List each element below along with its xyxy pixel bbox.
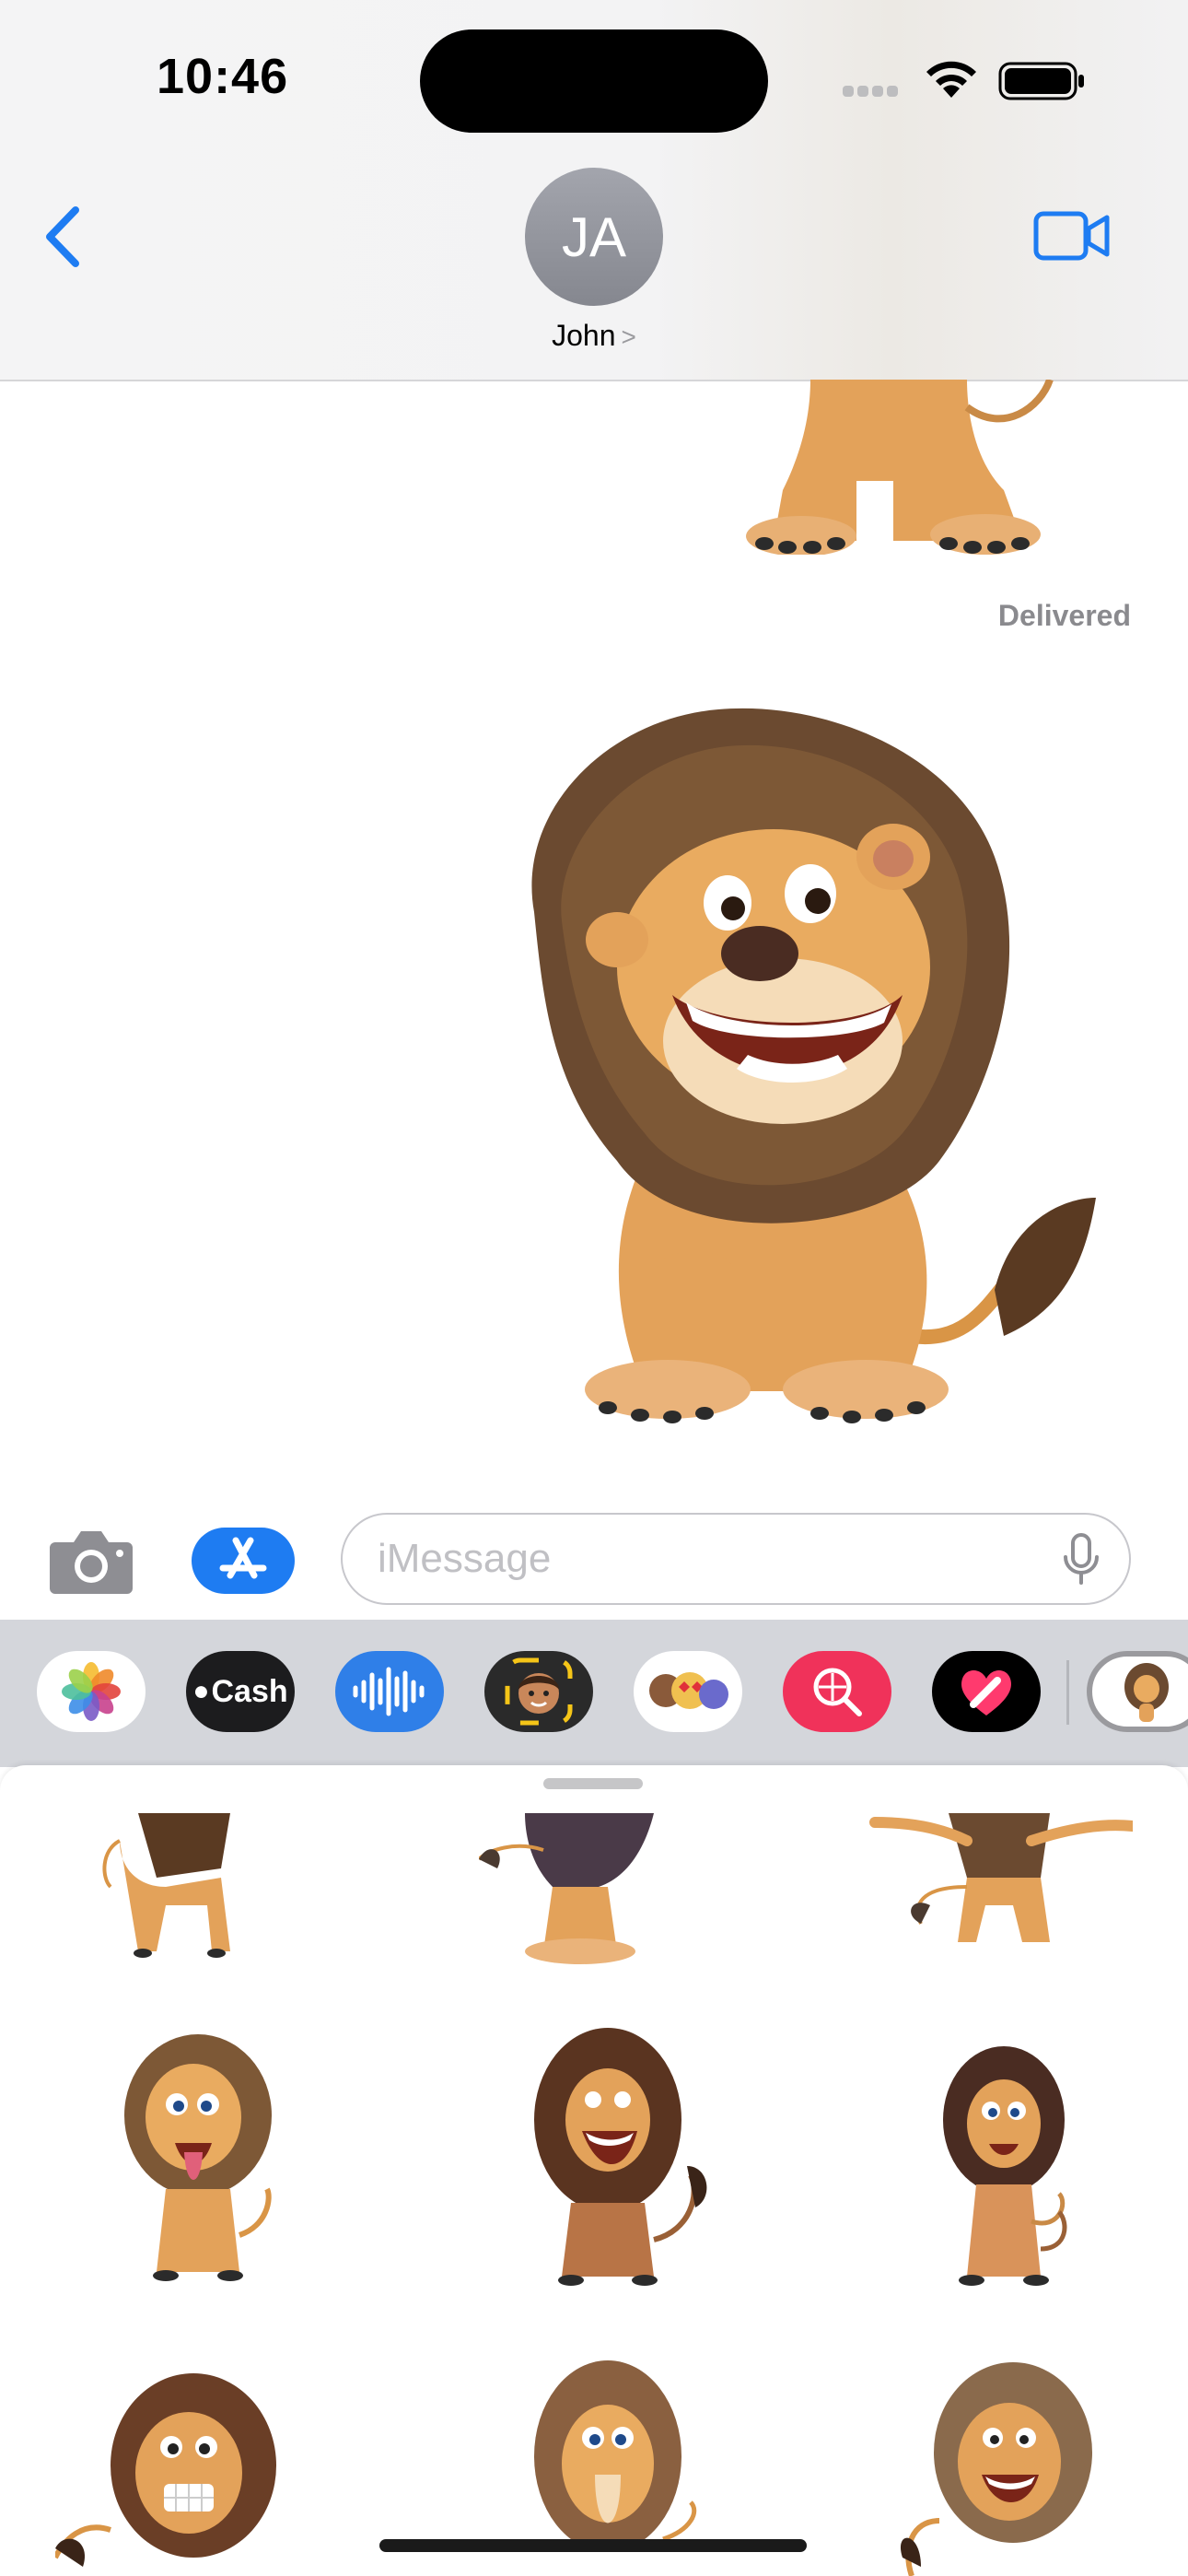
drawer-divider <box>1066 1660 1069 1725</box>
received-sticker-lion[interactable] <box>479 700 1105 1428</box>
audio-message-app[interactable] <box>335 1651 444 1732</box>
lion-stickers-app[interactable] <box>1087 1651 1188 1732</box>
digital-touch-icon <box>961 1670 1011 1715</box>
animoji-stickers-icon <box>649 1672 728 1709</box>
lion-stickers-icon <box>1124 1663 1169 1722</box>
sticker-lion-3[interactable] <box>866 1813 1133 1970</box>
memoji-app[interactable] <box>484 1651 593 1732</box>
sticker-lion-1[interactable] <box>101 1813 258 1970</box>
contact-avatar[interactable]: JA <box>525 168 663 306</box>
sticker-lion-5[interactable] <box>516 2028 718 2295</box>
apple-cash-app[interactable]: ● Cash <box>186 1651 295 1732</box>
microphone-icon[interactable] <box>1061 1533 1101 1587</box>
digital-touch-app[interactable] <box>932 1651 1041 1732</box>
camera-icon[interactable] <box>48 1526 134 1596</box>
sticker-lion-7[interactable] <box>55 2364 285 2576</box>
apple-logo-icon: ● <box>192 1676 210 1706</box>
contact-name[interactable]: John > <box>0 319 1188 353</box>
audio-message-icon <box>353 1667 425 1716</box>
sticker-lion-9[interactable] <box>893 2355 1105 2576</box>
memoji-icon <box>505 1657 573 1726</box>
back-chevron-icon[interactable] <box>41 205 83 269</box>
status-time: 10:46 <box>157 49 289 104</box>
photos-app[interactable] <box>37 1651 146 1732</box>
battery-icon <box>998 62 1084 100</box>
photos-icon <box>62 1662 121 1721</box>
sticker-lion-2[interactable] <box>479 1813 663 1970</box>
sticker-lion-4[interactable] <box>111 2032 285 2290</box>
apple-cash-label: Cash <box>211 1673 288 1709</box>
imessage-app-drawer: ● Cash <box>0 1620 1188 1767</box>
facetime-video-icon[interactable] <box>1033 210 1111 262</box>
app-store-icon <box>219 1537 267 1579</box>
avatar-initials: JA <box>561 205 627 268</box>
sent-sticker-partial[interactable] <box>672 380 1059 555</box>
search-images-icon <box>813 1668 862 1716</box>
dynamic-island <box>420 29 768 133</box>
app-store-button[interactable] <box>192 1528 295 1594</box>
contact-name-label: John <box>552 319 616 352</box>
wifi-icon <box>926 61 976 98</box>
sticker-sheet <box>0 1765 1188 2576</box>
sheet-grabber[interactable] <box>543 1778 643 1789</box>
conversation-header: 10:46 JA John > <box>0 0 1188 381</box>
imessage-input[interactable]: iMessage <box>341 1513 1131 1605</box>
delivered-status: Delivered <box>997 599 1131 632</box>
contact-chevron-icon: > <box>621 322 636 351</box>
cellular-signal-icon <box>843 85 902 101</box>
search-images-app[interactable] <box>783 1651 891 1732</box>
memoji-stickers-app[interactable] <box>634 1651 742 1732</box>
home-indicator[interactable] <box>379 2539 807 2552</box>
sticker-lion-6[interactable] <box>930 2037 1087 2295</box>
